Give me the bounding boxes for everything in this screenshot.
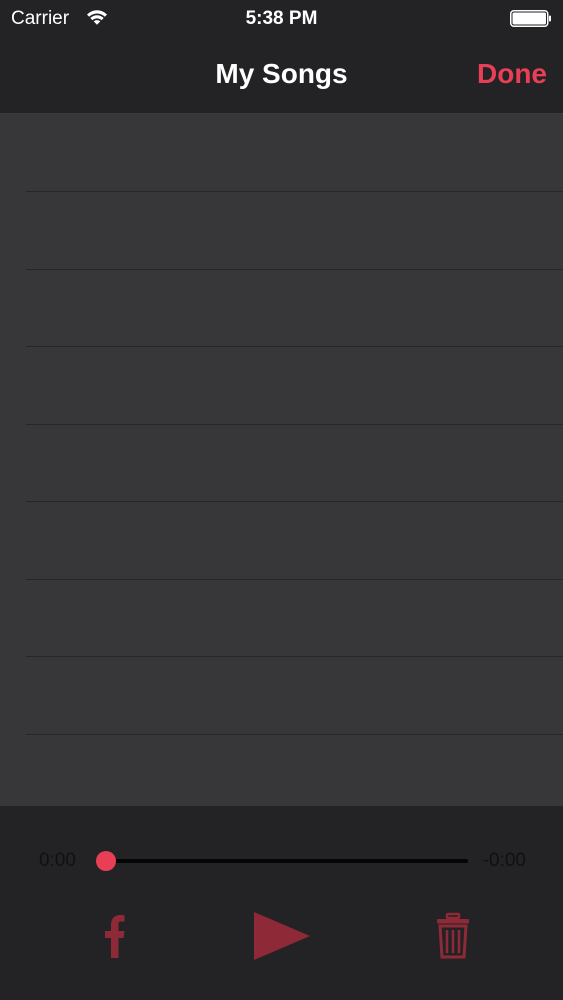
song-row[interactable] — [0, 734, 563, 812]
trash-icon — [437, 912, 469, 959]
progress-thumb[interactable] — [96, 851, 116, 871]
app-screen: Carrier 5:38 PM My Songs Done 0:00 -0:00 — [0, 0, 563, 1000]
status-time: 5:38 PM — [245, 8, 318, 29]
player-panel: 0:00 -0:00 — [0, 806, 563, 1000]
navigation-bar: My Songs Done — [0, 38, 563, 114]
progress-slider[interactable] — [96, 851, 468, 871]
song-row[interactable] — [0, 114, 563, 192]
elapsed-time: 0:00 — [39, 850, 76, 871]
song-row[interactable] — [0, 657, 563, 735]
done-button[interactable]: Done — [477, 58, 547, 90]
play-icon — [254, 912, 310, 960]
status-bar: Carrier 5:38 PM — [0, 0, 563, 38]
battery-icon — [510, 10, 551, 27]
delete-button[interactable] — [434, 912, 472, 960]
song-row[interactable] — [0, 269, 563, 347]
facebook-icon — [105, 915, 125, 958]
song-row[interactable] — [0, 579, 563, 657]
song-row[interactable] — [0, 192, 563, 270]
song-list[interactable] — [0, 114, 563, 812]
song-row[interactable] — [0, 347, 563, 425]
facebook-share-button[interactable] — [95, 910, 135, 960]
song-row[interactable] — [0, 502, 563, 580]
song-row[interactable] — [0, 424, 563, 502]
remaining-time: -0:00 — [482, 850, 526, 871]
play-button[interactable] — [252, 910, 312, 962]
